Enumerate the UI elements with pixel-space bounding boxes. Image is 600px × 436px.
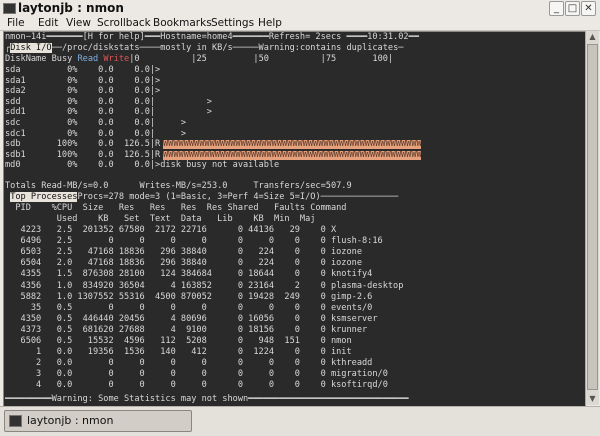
disk-row: sdc 0% 0.0 0.0| > (5, 118, 187, 128)
top-processes-tab: Top Processes (10, 192, 78, 202)
disk-row: sda2 0% 0.0 0.0|> (5, 86, 161, 97)
disk-row: md0 0% 0.0 0.0|>disk busy not available (5, 160, 280, 171)
menu-edit[interactable]: Edit (38, 17, 58, 29)
terminal-icon (9, 415, 22, 427)
disk-totals: Totals Read-MB/s=0.0 Writes-MB/s=253.0 T… (5, 181, 352, 191)
process-row: 4350 0.5 446440 20456 4 80696 0 16056 0 … (5, 313, 378, 324)
warning-footer: ━━━━━━━━━Warning: Some Statistics may no… (5, 394, 409, 404)
window-titlebar[interactable]: laytonjb : nmon _ □ ✕ (0, 0, 600, 16)
process-row: 6506 0.5 15532 4596 112 5208 0 948 151 0… (5, 336, 352, 346)
nmon-header-line: nmon−14i━━━━━━━[H for help]━━━Hostname=h… (5, 32, 419, 42)
terminal-scrollbar[interactable]: ▲ ▼ (585, 31, 599, 405)
process-row: 3 0.0 0 0 0 0 0 0 0 0 migration/0 (5, 369, 388, 380)
terminal-view[interactable]: nmon−14i━━━━━━━[H for help]━━━Hostname=h… (3, 31, 586, 407)
process-row: 4 0.0 0 0 0 0 0 0 0 0 ksoftirqd/0 (5, 380, 388, 391)
disk-io-tab: Disk I/O (10, 43, 52, 53)
menu-file[interactable]: File (7, 17, 25, 29)
disk-row: sdc1 0% 0.0 0.0| > (5, 128, 187, 139)
menubar: File Edit View Scrollback Bookmarks Sett… (0, 16, 600, 31)
process-row: 1 0.0 19356 1536 140 412 0 1224 0 0 init (5, 347, 352, 358)
disk-row: sda 0% 0.0 0.0|> (5, 65, 161, 75)
disk-row: sdb1 100% 0.0 126.5|R (5, 149, 161, 160)
maximize-icon[interactable]: □ (565, 1, 580, 16)
disk-column-header: DiskName Busy Read Write|0 |25 |50 |75 1… (5, 54, 394, 64)
taskbar-window-button[interactable]: laytonjb : nmon (4, 410, 192, 432)
taskbar: laytonjb : nmon (0, 406, 600, 436)
process-row: 4356 1.0 834920 36504 4 163852 0 23164 2… (5, 280, 404, 291)
scrollbar-thumb[interactable] (587, 44, 598, 390)
terminal-icon (3, 3, 16, 14)
process-row: 35 0.5 0 0 0 0 0 0 0 0 events/0 (5, 302, 373, 313)
close-icon[interactable]: ✕ (581, 1, 596, 16)
process-header-2: Used KB Set Text Data Lib KB Min Maj (5, 214, 316, 224)
menu-bookmarks[interactable]: Bookmarks (153, 17, 212, 29)
process-header-1: PID %CPU Size Res Res Res Res Shared Fau… (5, 203, 347, 213)
window-title: laytonjb : nmon (18, 1, 124, 15)
disk-row: sdd1 0% 0.0 0.0| > (5, 107, 212, 118)
disk-busy-bar: WWWWWWWWWWWWWWWWWWWWWWWWWWWWWWWWWWWWWWWW… (163, 139, 421, 149)
process-row: 6504 2.0 47168 18836 296 38840 0 224 0 0… (5, 258, 362, 269)
menu-help[interactable]: Help (258, 17, 282, 29)
process-row: 6503 2.5 47168 18836 296 38840 0 224 0 0… (5, 247, 362, 258)
scroll-up-icon[interactable]: ▲ (586, 31, 599, 43)
menu-scrollback[interactable]: Scrollback (97, 17, 151, 29)
menu-settings[interactable]: Settings (211, 17, 254, 29)
process-row: 4355 1.5 876308 28100 124 384684 0 18644… (5, 269, 373, 280)
disk-row: sdb 100% 0.0 126.5|R (5, 139, 161, 150)
disk-busy-bar: WWWWWWWWWWWWWWWWWWWWWWWWWWWWWWWWWWWWWWWW… (163, 150, 421, 160)
disk-row: sdd 0% 0.0 0.0| > (5, 96, 212, 107)
process-row: 4373 0.5 681620 27688 4 9100 0 18156 0 0… (5, 324, 368, 335)
process-row: 4223 2.5 201352 67580 2172 22716 0 44136… (5, 225, 337, 235)
taskbar-window-label: laytonjb : nmon (27, 414, 114, 427)
disk-row: sda1 0% 0.0 0.0|> (5, 75, 161, 86)
process-row: 5882 1.0 1307552 55316 4500 870052 0 194… (5, 291, 373, 302)
scroll-down-icon[interactable]: ▼ (586, 393, 599, 405)
menu-view[interactable]: View (66, 17, 91, 29)
minimize-icon[interactable]: _ (549, 1, 564, 16)
top-section-header: Top ProcessesProcs=278 mode=3 (1=Basic, … (10, 192, 399, 202)
process-row: 6496 2.5 0 0 0 0 0 0 0 0 flush-8:16 (5, 236, 383, 247)
process-row: 2 0.0 0 0 0 0 0 0 0 0 kthreadd (5, 358, 373, 369)
disk-section-header: ┌Disk I/O──/proc/diskstats────mostly in … (5, 43, 404, 53)
